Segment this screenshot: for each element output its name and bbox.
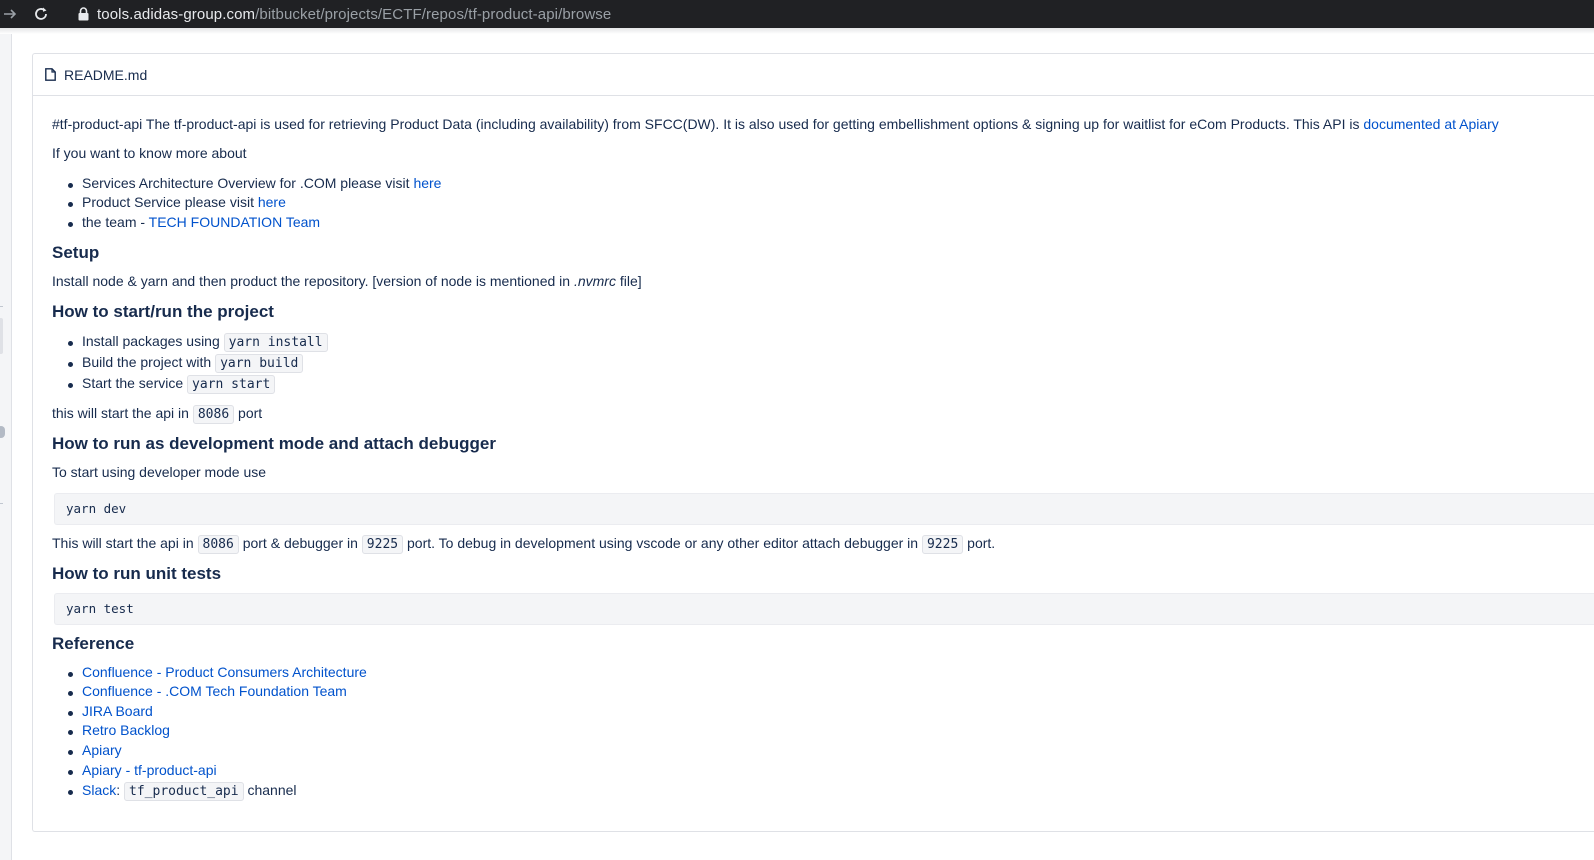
inline-code: 8086 <box>197 535 239 554</box>
reference-link-retro-backlog[interactable]: Retro Backlog <box>82 722 170 738</box>
reference-heading: Reference <box>52 634 135 653</box>
sidebar-expand-handle[interactable] <box>0 426 5 438</box>
product-service-link[interactable]: here <box>258 194 286 210</box>
browser-toolbar: tools.adidas-group.com/bitbucket/project… <box>0 0 1594 28</box>
collapsed-sidebar <box>0 34 12 860</box>
inline-code: 9225 <box>361 535 404 554</box>
sidebar-divider <box>0 306 3 307</box>
dev-mode-intro: To start using developer mode use <box>52 464 267 480</box>
dev-port-paragraph: This will start the api in 8086 port & d… <box>52 535 996 554</box>
inline-code: yarn build <box>215 354 304 373</box>
code-block: yarn test <box>54 593 1594 625</box>
inline-code: tf_product_api <box>124 782 244 801</box>
reference-link-jira-board[interactable]: JIRA Board <box>82 703 153 719</box>
start-heading: How to start/run the project <box>52 302 274 321</box>
readme-header: README.md <box>33 54 1594 96</box>
list-item: Build the project with yarn build <box>67 354 304 373</box>
port-paragraph: this will start the api in 8086 port <box>52 405 263 424</box>
address-bar-url[interactable]: tools.adidas-group.com/bitbucket/project… <box>97 6 611 23</box>
tech-foundation-team-link[interactable]: TECH FOUNDATION Team <box>149 214 320 230</box>
reload-icon[interactable] <box>28 0 54 28</box>
list-item: Services Architecture Overview for .COM … <box>67 175 442 191</box>
intro-paragraph: #tf-product-api The tf-product-api is us… <box>52 116 1499 132</box>
setup-paragraph: Install node & yarn and then product the… <box>52 273 642 289</box>
know-more-text: If you want to know more about <box>52 145 247 161</box>
lock-icon[interactable] <box>76 6 90 22</box>
reference-link-apiary[interactable]: Apiary <box>82 742 122 758</box>
inline-code: 9225 <box>921 535 964 554</box>
list-item: Retro Backlog <box>68 722 170 738</box>
reference-link-apiary-tf-product-api[interactable]: Apiary - tf-product-api <box>82 762 217 778</box>
readme-panel: README.md #tf-product-api The tf-product… <box>32 53 1594 832</box>
forward-arrow-icon[interactable] <box>0 0 20 28</box>
unit-tests-heading: How to run unit tests <box>52 564 222 583</box>
list-item: Start the service yarn start <box>67 375 276 394</box>
reference-link-tech-foundation[interactable]: Confluence - .COM Tech Foundation Team <box>82 683 347 699</box>
sidebar-active-indicator[interactable] <box>0 318 3 354</box>
list-item: the team - TECH FOUNDATION Team <box>67 214 321 230</box>
list-item: Apiary <box>68 742 122 758</box>
inline-code: yarn install <box>223 333 328 352</box>
inline-code: yarn start <box>187 375 276 394</box>
toolbar-shadow <box>0 28 1594 34</box>
list-item: Product Service please visit here <box>68 194 286 210</box>
slack-link[interactable]: Slack <box>82 782 116 798</box>
file-icon <box>44 68 56 82</box>
code-block: yarn dev <box>54 493 1594 525</box>
setup-heading: Setup <box>52 243 100 262</box>
inline-code: 8086 <box>192 405 235 424</box>
dev-mode-heading: How to run as development mode and attac… <box>52 434 496 453</box>
list-item: Slack: tf_product_api channel <box>68 782 297 801</box>
list-item: Install packages using yarn install <box>68 333 328 352</box>
list-item: Confluence - Product Consumers Architect… <box>68 664 367 680</box>
list-item: Confluence - .COM Tech Foundation Team <box>68 683 347 699</box>
url-path: /bitbucket/projects/ECTF/repos/tf-produc… <box>255 5 612 23</box>
list-item: JIRA Board <box>68 703 153 719</box>
sidebar-divider <box>0 503 3 504</box>
readme-file-name: README.md <box>64 66 148 83</box>
url-host: tools.adidas-group.com <box>97 5 256 23</box>
apiary-docs-link[interactable]: documented at Apiary <box>1363 116 1498 132</box>
services-architecture-link[interactable]: here <box>413 175 441 191</box>
list-item: Apiary - tf-product-api <box>68 762 217 778</box>
reference-link-product-consumers[interactable]: Confluence - Product Consumers Architect… <box>82 664 367 680</box>
